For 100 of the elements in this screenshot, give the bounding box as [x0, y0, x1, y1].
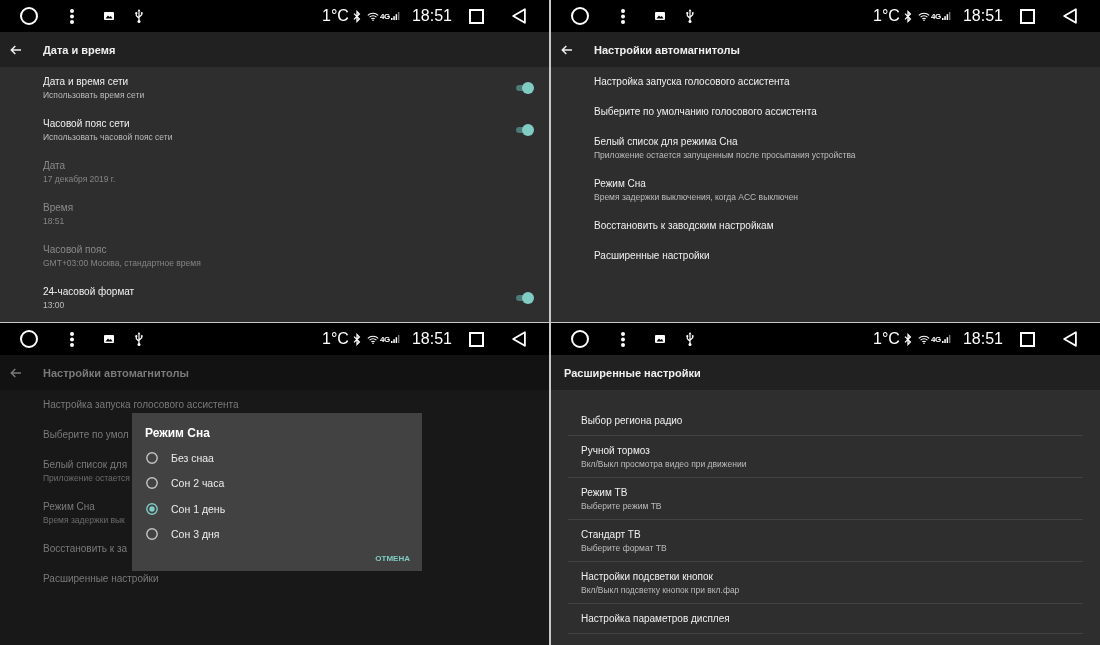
image-icon: [655, 335, 665, 343]
setting-subtitle: Время задержки выключения, когда ACC выключен: [594, 191, 799, 203]
option-label[interactable]: Сон 3 дня: [171, 527, 220, 542]
setting-title[interactable]: 24-часовой формат: [43, 285, 135, 299]
screen-title: Настройки автомагнитолы: [43, 365, 189, 380]
square-icon[interactable]: [1020, 8, 1035, 24]
square-icon[interactable]: [469, 331, 484, 347]
setting-subtitle: Выберите режим ТВ: [581, 500, 662, 512]
setting-title[interactable]: Режим Сна: [594, 177, 646, 191]
setting-title[interactable]: Режим Сна: [43, 500, 95, 514]
setting-title[interactable]: Режим ТВ: [581, 486, 628, 500]
temperature: 1°C: [873, 7, 900, 25]
setting-subtitle: Использовать часовой пояс сети: [43, 131, 173, 143]
setting-title[interactable]: Дата и время сети: [43, 75, 129, 89]
menu-icon[interactable]: [70, 331, 74, 347]
radio-button[interactable]: [146, 502, 158, 515]
setting-title[interactable]: Настройки подсветки кнопок: [581, 570, 713, 584]
setting-subtitle: Вкл/Выкл подсветку кнопок при вкл.фар: [581, 584, 740, 596]
usb-icon: [135, 9, 143, 23]
setting-title[interactable]: Восстановить к заводским настройкам: [594, 219, 774, 233]
circle-icon[interactable]: [571, 7, 589, 25]
wifi-icon: [366, 334, 379, 344]
setting-subtitle: Выберите формат ТВ: [581, 542, 667, 554]
setting-subtitle: 18:51: [43, 215, 65, 227]
setting-title: Часовой пояс: [43, 243, 107, 257]
square-icon[interactable]: [469, 8, 484, 24]
radio-button[interactable]: [146, 451, 158, 464]
toggle-switch[interactable]: [516, 82, 534, 94]
square-icon[interactable]: [1020, 331, 1035, 347]
wifi-icon: [366, 11, 379, 21]
temperature: 1°C: [322, 7, 349, 25]
setting-subtitle: Время задержки вык: [43, 514, 125, 526]
wifi-icon: [917, 334, 930, 344]
setting-title[interactable]: Настройка запуска голосового ассистента: [43, 398, 239, 412]
image-icon: [655, 12, 665, 20]
temperature: 1°C: [322, 330, 349, 348]
setting-title[interactable]: Расширенные настройки: [43, 572, 159, 586]
toggle-switch[interactable]: [516, 292, 534, 304]
setting-subtitle: Использовать время сети: [43, 89, 145, 101]
clock-time: 18:51: [411, 330, 452, 348]
setting-title: Дата: [43, 159, 66, 173]
network-type: 4G: [379, 334, 390, 344]
signal-icon: [390, 335, 400, 343]
setting-title[interactable]: Расширенные настройки: [594, 249, 710, 263]
menu-icon[interactable]: [621, 331, 625, 347]
bluetooth-icon: [903, 332, 912, 346]
wifi-icon: [917, 11, 930, 21]
setting-subtitle: 17 декабря 2019 г.: [43, 173, 116, 185]
signal-icon: [941, 335, 951, 343]
bluetooth-icon: [352, 332, 361, 346]
setting-subtitle: Приложение остается запущенным после просыпания устройства: [594, 149, 856, 161]
menu-icon[interactable]: [621, 8, 625, 24]
signal-icon: [941, 12, 951, 20]
image-icon: [104, 335, 114, 343]
setting-title[interactable]: Выберите по умол: [43, 428, 129, 442]
clock-time: 18:51: [962, 330, 1003, 348]
back-icon[interactable]: [512, 8, 526, 24]
radio-button[interactable]: [146, 477, 158, 490]
menu-icon[interactable]: [70, 8, 74, 24]
screen-title: Настройки автомагнитолы: [594, 42, 740, 57]
option-label[interactable]: Без снаа: [171, 450, 214, 465]
setting-title[interactable]: Стандарт ТВ: [581, 528, 641, 542]
clock-time: 18:51: [962, 7, 1003, 25]
network-type: 4G: [930, 334, 941, 344]
setting-subtitle: Вкл/Выкл просмотра видео при движении: [581, 458, 747, 470]
setting-title[interactable]: Восстановить к за: [43, 542, 128, 556]
network-type: 4G: [379, 11, 390, 21]
option-label[interactable]: Сон 1 день: [171, 501, 226, 516]
setting-title[interactable]: Выберите по умолчанию голосового ассистента: [594, 105, 817, 119]
usb-icon: [135, 332, 143, 346]
back-icon[interactable]: [1063, 331, 1077, 347]
radio-button[interactable]: [146, 528, 158, 541]
dialog-title: Режим Сна: [145, 425, 210, 441]
setting-title[interactable]: Часовой пояс сети: [43, 117, 130, 131]
setting-title: Время: [43, 201, 74, 215]
bluetooth-icon: [352, 9, 361, 23]
back-icon[interactable]: [512, 331, 526, 347]
temperature: 1°C: [873, 330, 900, 348]
dialog-button[interactable]: ОТМЕНА: [371, 550, 414, 567]
setting-subtitle: Приложение остается: [43, 472, 130, 484]
usb-icon: [686, 332, 694, 346]
option-label[interactable]: Сон 2 часа: [171, 476, 225, 491]
toggle-switch[interactable]: [516, 124, 534, 136]
network-type: 4G: [930, 11, 941, 21]
bluetooth-icon: [903, 9, 912, 23]
circle-icon[interactable]: [571, 330, 589, 348]
setting-title[interactable]: Белый список для: [43, 458, 128, 472]
setting-title[interactable]: Ручной тормоз: [581, 444, 650, 458]
setting-title[interactable]: Белый список для режима Сна: [594, 135, 738, 149]
screen-title: Дата и время: [43, 42, 116, 57]
circle-icon[interactable]: [20, 7, 38, 25]
circle-icon[interactable]: [20, 330, 38, 348]
setting-title[interactable]: Выбор региона радио: [581, 414, 683, 428]
setting-title[interactable]: Настройка параметров дисплея: [581, 612, 730, 626]
clock-time: 18:51: [411, 7, 452, 25]
image-icon: [104, 12, 114, 20]
back-icon[interactable]: [1063, 8, 1077, 24]
usb-icon: [686, 9, 694, 23]
setting-subtitle: 13:00: [43, 299, 65, 311]
setting-title[interactable]: Настройка запуска голосового ассистента: [594, 75, 790, 89]
